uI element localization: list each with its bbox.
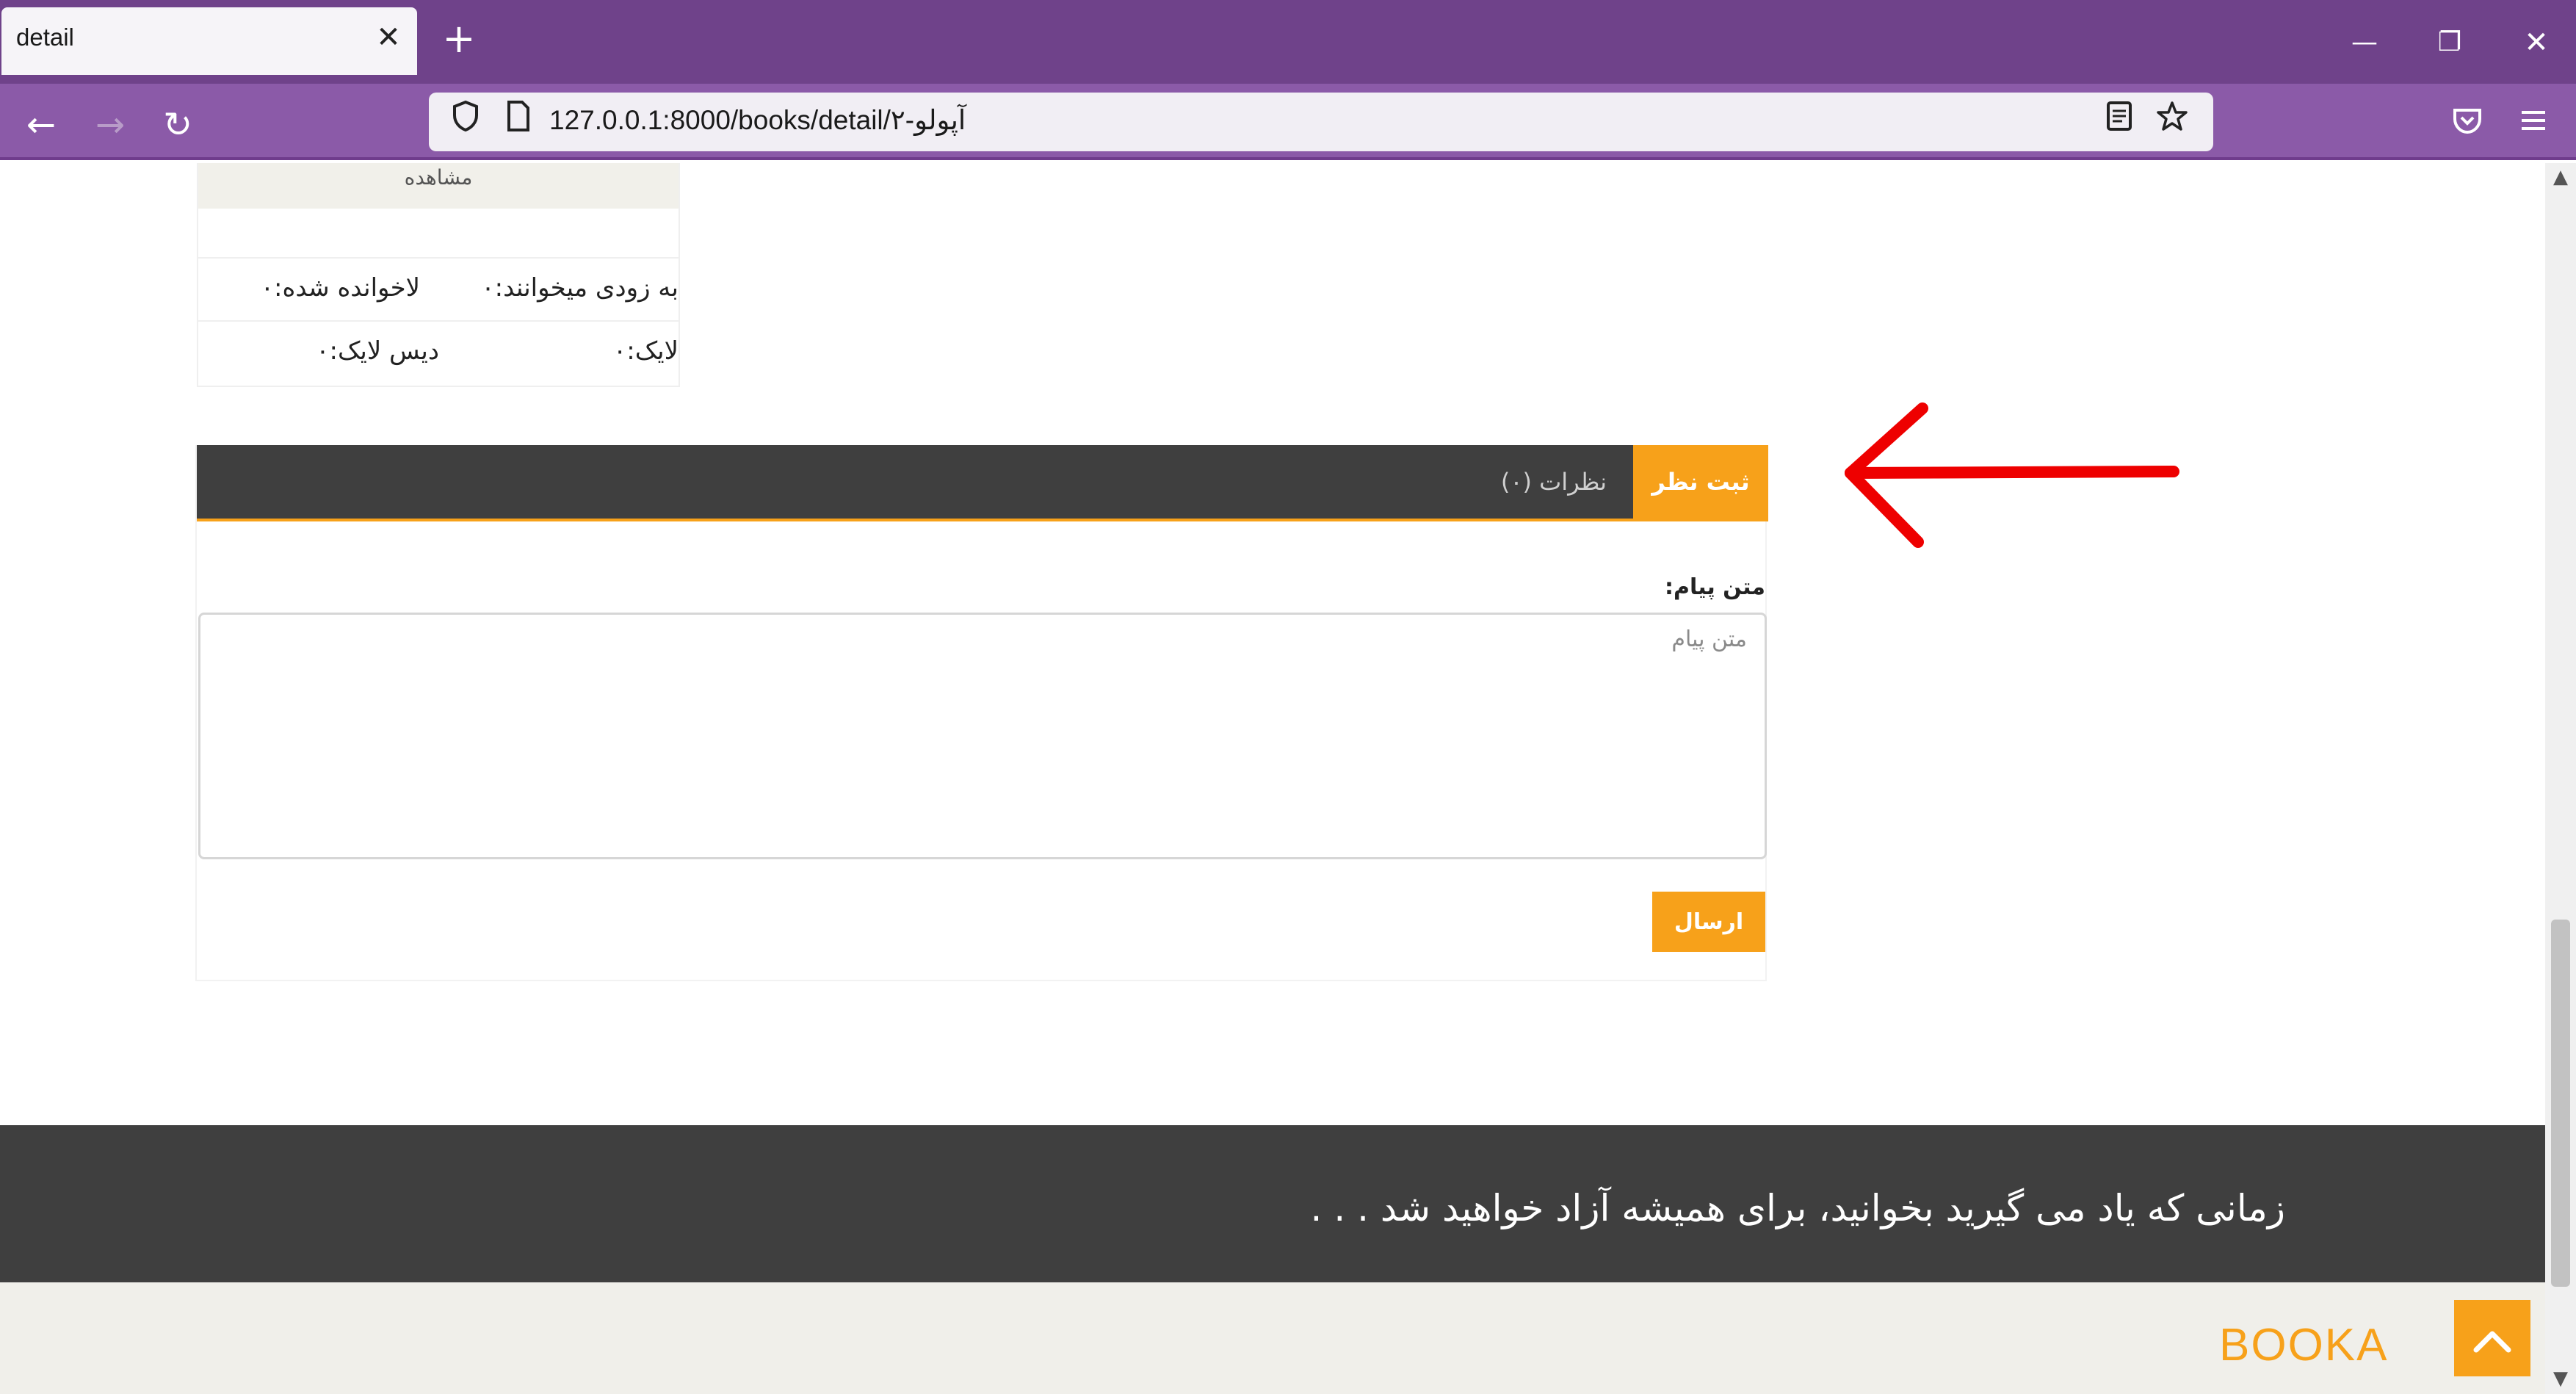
- scroll-to-top-button[interactable]: [2454, 1300, 2530, 1376]
- scroll-down-arrow-icon[interactable]: ▼: [2548, 1366, 2573, 1391]
- message-textarea[interactable]: [198, 613, 1767, 859]
- browser-tab-active[interactable]: detail ✕: [1, 7, 417, 75]
- scrollbar-thumb[interactable]: [2551, 920, 2570, 1287]
- brand-logo[interactable]: BOOKA: [2219, 1319, 2389, 1371]
- stats-view-header: مشاهده: [198, 163, 679, 209]
- book-stats-box: مشاهده به زودی میخوانند:۰ لاخوانده شده:۰…: [197, 163, 680, 387]
- back-arrow-icon[interactable]: ←: [15, 98, 68, 151]
- comment-tabs: ثبت نظر نظرات (۰): [197, 445, 1768, 521]
- comment-panel: ثبت نظر نظرات (۰) متن پیام: ارسال: [195, 445, 1768, 981]
- chevron-up-icon: [2473, 1331, 2511, 1352]
- stat-reading-soon: به زودی میخوانند:۰: [481, 273, 679, 303]
- footer-quote-text: زمانی که یاد می گیرید بخوانید، برای همیش…: [1310, 1187, 2285, 1229]
- forward-arrow-icon[interactable]: →: [84, 98, 137, 151]
- address-bar[interactable]: 127.0.0.1:8000/books/detail/آپولو-۲: [429, 93, 2213, 151]
- browser-tab-bar: detail ✕ + — ❐ ✕: [0, 0, 2576, 84]
- stat-likes: لایک:۰: [612, 336, 679, 366]
- pocket-icon[interactable]: [2441, 98, 2494, 151]
- page-scrollbar[interactable]: ▲ ▼: [2545, 163, 2576, 1394]
- stat-read: لاخوانده شده:۰: [260, 273, 420, 303]
- tab-submit-comment[interactable]: ثبت نظر: [1633, 445, 1768, 519]
- send-button[interactable]: ارسال: [1652, 892, 1765, 952]
- window-restore-button[interactable]: ❐: [2413, 13, 2486, 72]
- scroll-up-arrow-icon[interactable]: ▲: [2548, 165, 2573, 189]
- hamburger-menu-icon[interactable]: [2507, 98, 2560, 151]
- new-tab-button[interactable]: +: [438, 18, 480, 60]
- footer-bottom: BOOKA: [0, 1282, 2545, 1394]
- footer-quote-band: زمانی که یاد می گیرید بخوانید، برای همیش…: [0, 1125, 2545, 1282]
- window-close-button[interactable]: ✕: [2500, 13, 2573, 72]
- tab-title: detail: [16, 24, 74, 51]
- stat-dislikes: دیس لایک:۰: [316, 336, 439, 366]
- bookmark-star-icon[interactable]: [2150, 100, 2194, 144]
- reader-view-icon[interactable]: [2097, 100, 2141, 144]
- message-label: متن پیام:: [1664, 574, 1765, 600]
- tab-close-icon[interactable]: ✕: [369, 18, 408, 57]
- red-annotation-arrow: [1845, 402, 2179, 548]
- shield-icon[interactable]: [444, 100, 488, 144]
- stats-row-reading: به زودی میخوانند:۰ لاخوانده شده:۰: [198, 257, 679, 320]
- stats-row-likes: لایک:۰ دیس لایک:۰: [198, 320, 679, 383]
- window-minimize-button[interactable]: —: [2328, 13, 2401, 72]
- reload-icon[interactable]: ↻: [151, 98, 204, 151]
- page-viewport: مشاهده به زودی میخوانند:۰ لاخوانده شده:۰…: [0, 163, 2545, 1394]
- page-icon: [496, 100, 540, 144]
- browser-nav-bar: ← → ↻ 127.0.0.1:8000/books/detail/آپولو-…: [0, 84, 2576, 160]
- url-text[interactable]: 127.0.0.1:8000/books/detail/آپولو-۲: [549, 104, 966, 136]
- tab-comments-list[interactable]: نظرات (۰): [1501, 445, 1607, 519]
